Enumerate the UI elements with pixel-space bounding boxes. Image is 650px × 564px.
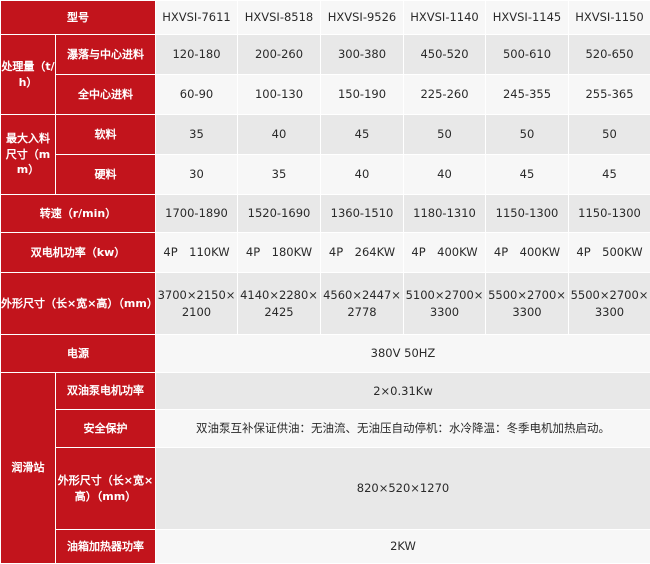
capacity-center-row: 全中心进料 60-90 100-130 150-190 225-260 245-… — [1, 75, 650, 115]
capacity-value: 450-520 — [404, 35, 486, 75]
feed-size-value: 35 — [156, 115, 238, 155]
feed-size-value: 45 — [321, 115, 404, 155]
feed-soft-row: 最大入料尺寸（mm） 软料 35 40 45 50 50 50 — [1, 115, 650, 155]
model-header-label: 型号 — [1, 1, 156, 35]
model-cell: HXVSI-1140 — [404, 1, 486, 35]
feed-size-value: 40 — [404, 155, 486, 195]
feed-size-value: 30 — [156, 155, 238, 195]
motor-power-value: 4P 264KW — [321, 233, 404, 273]
feed-size-value: 40 — [321, 155, 404, 195]
capacity-value: 300-380 — [321, 35, 404, 75]
lube-dimensions-value: 820×520×1270 — [156, 448, 650, 530]
lube-heater-value: 2KW — [156, 530, 650, 564]
capacity-cascade-row: 处理量（t/h） 瀑落与中心进料 120-180 200-260 300-380… — [1, 35, 650, 75]
model-cell: HXVSI-1145 — [486, 1, 569, 35]
lube-safety-row: 安全保护 双油泵互补保证供油：无油流、无油压自动停机：水冷降温：冬季电机加热启动… — [1, 410, 650, 448]
capacity-value: 60-90 — [156, 75, 238, 115]
speed-value: 1150-1300 — [486, 195, 569, 233]
capacity-label: 处理量（t/h） — [1, 35, 56, 115]
capacity-value: 500-610 — [486, 35, 569, 75]
model-cell: HXVSI-1150 — [569, 1, 650, 35]
dimensions-value: 5100×2700×3300 — [404, 273, 486, 335]
dimensions-value: 4560×2447×2778 — [321, 273, 404, 335]
speed-row: 转速（r/min） 1700-1890 1520-1690 1360-1510 … — [1, 195, 650, 233]
feed-size-value: 45 — [569, 155, 650, 195]
dimensions-label: 外形尺寸（长×宽×高）（mm） — [1, 273, 156, 335]
motor-power-value: 4P 180KW — [238, 233, 321, 273]
speed-value: 1520-1690 — [238, 195, 321, 233]
lube-pump-label: 双油泵电机功率 — [56, 373, 156, 410]
capacity-value: 225-260 — [404, 75, 486, 115]
motor-power-row: 双电机功率（kw） 4P 110KW 4P 180KW 4P 264KW 4P … — [1, 233, 650, 273]
model-cell: HXVSI-9526 — [321, 1, 404, 35]
feed-size-value: 45 — [486, 155, 569, 195]
lubrication-label: 润滑站 — [1, 373, 56, 564]
lube-dimensions-label: 外形尺寸（长×宽×高）（mm） — [56, 448, 156, 530]
capacity-center-label: 全中心进料 — [56, 75, 156, 115]
capacity-value: 150-190 — [321, 75, 404, 115]
feed-hard-row: 硬料 30 35 40 40 45 45 — [1, 155, 650, 195]
dimensions-row: 外形尺寸（长×宽×高）（mm） 3700×2150×2100 4140×2280… — [1, 273, 650, 335]
motor-power-value: 4P 400KW — [486, 233, 569, 273]
lube-safety-value: 双油泵互补保证供油：无油流、无油压自动停机：水冷降温：冬季电机加热启动。 — [156, 410, 650, 448]
feed-size-value: 50 — [569, 115, 650, 155]
lube-dimensions-row: 外形尺寸（长×宽×高）（mm） 820×520×1270 — [1, 448, 650, 530]
speed-value: 1180-1310 — [404, 195, 486, 233]
capacity-value: 100-130 — [238, 75, 321, 115]
power-supply-label: 电源 — [1, 335, 156, 373]
model-cell: HXVSI-7611 — [156, 1, 238, 35]
motor-power-value: 4P 110KW — [156, 233, 238, 273]
feed-size-value: 40 — [238, 115, 321, 155]
dimensions-value: 3700×2150×2100 — [156, 273, 238, 335]
model-cell: HXVSI-8518 — [238, 1, 321, 35]
lube-heater-row: 油箱加热器功率 2KW — [1, 530, 650, 564]
feed-size-label: 最大入料尺寸（mm） — [1, 115, 56, 195]
feed-size-value: 50 — [404, 115, 486, 155]
speed-value: 1700-1890 — [156, 195, 238, 233]
motor-power-value: 4P 400KW — [404, 233, 486, 273]
feed-hard-label: 硬料 — [56, 155, 156, 195]
motor-power-value: 4P 500KW — [569, 233, 650, 273]
capacity-value: 520-650 — [569, 35, 650, 75]
capacity-value: 120-180 — [156, 35, 238, 75]
lube-safety-label: 安全保护 — [56, 410, 156, 448]
capacity-cascade-label: 瀑落与中心进料 — [56, 35, 156, 75]
motor-power-label: 双电机功率（kw） — [1, 233, 156, 273]
spec-table: 型号 HXVSI-7611 HXVSI-8518 HXVSI-9526 HXVS… — [0, 0, 650, 564]
feed-size-value: 35 — [238, 155, 321, 195]
dimensions-value: 4140×2280×2425 — [238, 273, 321, 335]
header-row: 型号 HXVSI-7611 HXVSI-8518 HXVSI-9526 HXVS… — [1, 1, 650, 35]
speed-value: 1150-1300 — [569, 195, 650, 233]
speed-value: 1360-1510 — [321, 195, 404, 233]
capacity-value: 200-260 — [238, 35, 321, 75]
dimensions-value: 5500×2700×3300 — [486, 273, 569, 335]
power-supply-row: 电源 380V 50HZ — [1, 335, 650, 373]
feed-size-value: 50 — [486, 115, 569, 155]
lube-pump-row: 润滑站 双油泵电机功率 2×0.31Kw — [1, 373, 650, 410]
speed-label: 转速（r/min） — [1, 195, 156, 233]
power-supply-value: 380V 50HZ — [156, 335, 650, 373]
feed-soft-label: 软料 — [56, 115, 156, 155]
lube-pump-value: 2×0.31Kw — [156, 373, 650, 410]
capacity-value: 245-355 — [486, 75, 569, 115]
lube-heater-label: 油箱加热器功率 — [56, 530, 156, 564]
dimensions-value: 5500×2700×3300 — [569, 273, 650, 335]
capacity-value: 255-365 — [569, 75, 650, 115]
